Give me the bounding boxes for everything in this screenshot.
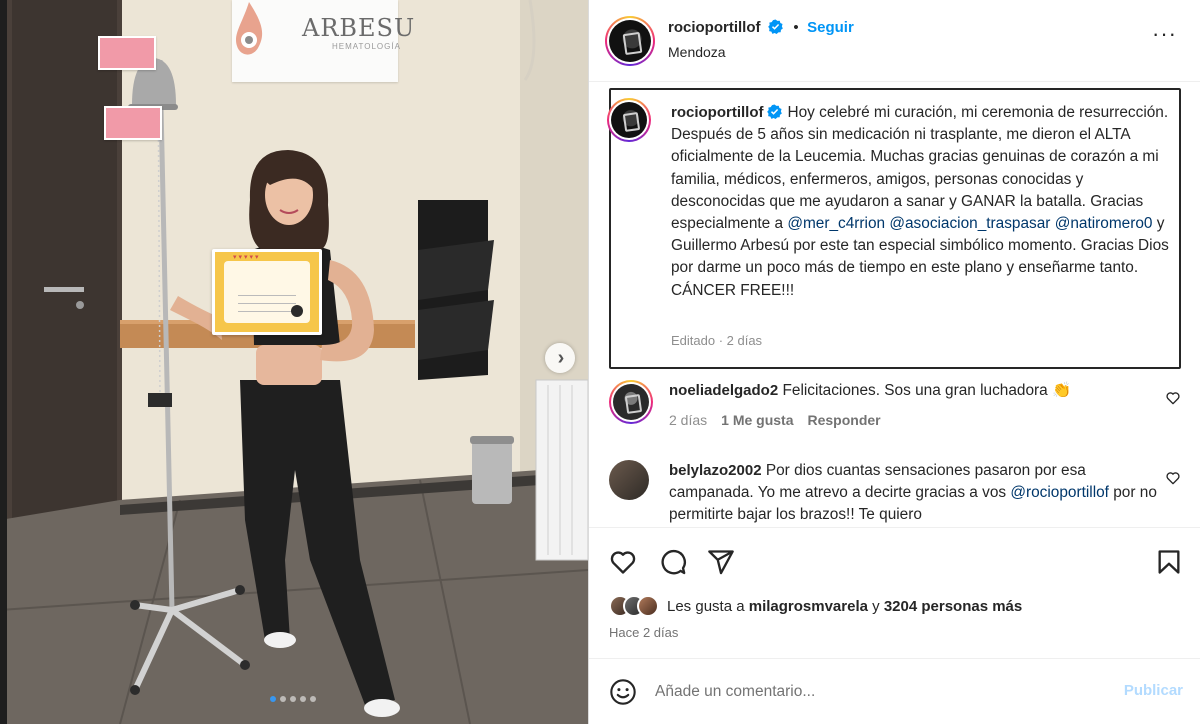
caption-meta: Editado · 2 días (671, 333, 763, 348)
comment-username[interactable]: belylazo2002 (669, 462, 762, 479)
likes-prefix: Les gusta a (667, 597, 749, 615)
wall-sign-top (98, 36, 156, 70)
carousel-dot[interactable] (310, 696, 316, 702)
caption-mention[interactable]: @asociacion_traspasar (889, 215, 1050, 232)
comment-username[interactable]: noeliadelgado2 (669, 382, 778, 399)
carousel-dot[interactable] (270, 696, 276, 702)
comment-likes[interactable]: 1 Me gusta (721, 412, 793, 428)
reply-button[interactable]: Responder (808, 412, 881, 428)
certificate-inner (224, 261, 310, 323)
comment-text: belylazo2002 Por dios cuantas sensacione… (669, 460, 1159, 527)
publish-button[interactable]: Publicar (1124, 682, 1183, 699)
caption-text: rocioportillof Hoy celebré mi curación, … (671, 102, 1171, 302)
post-header: rocioportillof • Seguir Mendoza ··· (589, 0, 1200, 82)
comment-item: noeliadelgado2 Felicitaciones. Sos una g… (609, 380, 1181, 440)
post-side-panel: rocioportillof • Seguir Mendoza ··· roci… (588, 0, 1200, 724)
caption-username[interactable]: rocioportillof (671, 104, 764, 121)
comment-body: Felicitaciones. Sos una gran luchadora 👏 (782, 382, 1072, 399)
post-date[interactable]: Hace 2 días (609, 625, 678, 640)
post-location[interactable]: Mendoza (668, 44, 726, 60)
heart-outline-icon[interactable] (1165, 470, 1181, 486)
follow-button[interactable]: Seguir (807, 19, 854, 36)
liker-avatar[interactable] (637, 595, 659, 617)
caption-body-1: Hoy celebré mi curación, mi ceremonia de… (671, 104, 1169, 233)
caption-mention[interactable]: @mer_c4rrion (787, 215, 885, 232)
certificate: ▾▾▾▾▾ (212, 249, 322, 335)
author-username[interactable]: rocioportillof (668, 19, 761, 36)
clinic-sign: ARBESU HEMATOLOGÍA (232, 0, 414, 82)
comment-avatar[interactable] (609, 380, 653, 424)
likes-text[interactable]: Les gusta a milagrosmvarela y 3204 perso… (667, 598, 1022, 615)
caption-mention[interactable]: @natiromero0 (1055, 215, 1153, 232)
comment-mention[interactable]: @rocioportillof (1010, 484, 1109, 501)
comment-input[interactable] (655, 677, 1105, 707)
certificate-badge (291, 305, 303, 317)
comment-avatar[interactable] (609, 460, 649, 500)
verified-badge-icon (766, 104, 782, 119)
comment-time: 2 días (669, 412, 708, 428)
likes-middle: y (867, 597, 884, 615)
like-heart-icon[interactable] (609, 548, 637, 576)
caption-avatar[interactable] (607, 98, 651, 142)
clinic-logo-icon (236, 2, 263, 55)
emoji-icon[interactable] (609, 678, 637, 706)
comment-icon[interactable] (659, 548, 687, 576)
comment-text: noeliadelgado2 Felicitaciones. Sos una g… (669, 380, 1159, 402)
caption-block: rocioportillof Hoy celebré mi curación, … (607, 88, 1181, 369)
more-horizontal-icon[interactable]: ··· (1152, 23, 1177, 45)
photo-edge (0, 0, 7, 724)
chevron-right-icon: › (557, 347, 565, 369)
header-separator: • (793, 19, 799, 36)
wall-sign-bottom (104, 106, 162, 140)
likes-user[interactable]: milagrosmvarela (749, 598, 868, 615)
photo-scene (0, 0, 588, 724)
author-avatar[interactable] (605, 16, 655, 66)
save-bookmark-icon[interactable] (1155, 548, 1183, 576)
likes-summary: Les gusta a milagrosmvarela y 3204 perso… (609, 594, 1022, 618)
clinic-sign-subtitle: HEMATOLOGÍA (332, 42, 401, 51)
clinic-sign-brand: ARBESU (302, 14, 416, 42)
certificate-line (238, 295, 296, 296)
carousel-dot[interactable] (290, 696, 296, 702)
carousel-dot[interactable] (280, 696, 286, 702)
verified-badge-icon (768, 19, 783, 34)
comment-item: belylazo2002 Por dios cuantas sensacione… (609, 460, 1181, 527)
certificate-line (238, 303, 296, 304)
heart-outline-icon[interactable] (1165, 390, 1181, 406)
carousel-dot[interactable] (300, 696, 306, 702)
certificate-bunting: ▾▾▾▾▾ (233, 254, 261, 261)
likes-count[interactable]: 3204 personas más (884, 598, 1022, 615)
share-icon[interactable] (707, 548, 735, 576)
certificate-line (238, 311, 296, 312)
author-line: rocioportillof • Seguir (668, 19, 854, 37)
comment-meta: 2 días 1 Me gusta Responder (669, 412, 881, 428)
carousel-dots (270, 696, 316, 702)
carousel-next-button[interactable]: › (545, 343, 575, 373)
post-photo[interactable]: ARBESU HEMATOLOGÍA ▾▾▾▾▾ › (0, 0, 588, 724)
action-bar (589, 527, 1200, 593)
add-comment-bar: Publicar (589, 658, 1200, 724)
